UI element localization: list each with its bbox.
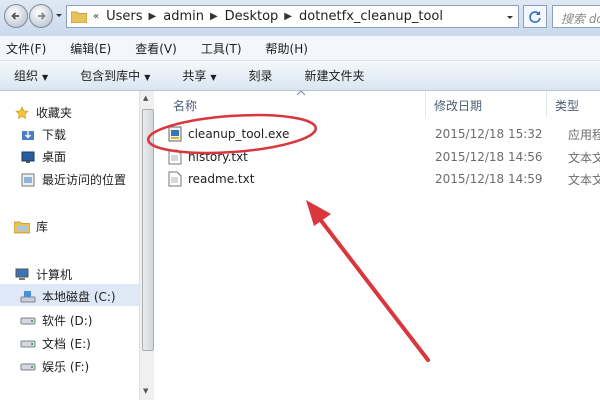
address-input[interactable]: « Users ▶ admin ▶ Desktop ▶ dotnetfx_cle… [66,5,519,28]
breadcrumb-separator-icon[interactable]: ▶ [284,11,292,22]
nav-drive-d[interactable]: 软件 (D:) [20,312,92,329]
nav-computer-label: 计算机 [36,268,73,282]
scrollbar-thumb[interactable] [142,109,154,351]
file-list: 名称 修改日期 类型 cleanup_tool.exe 2015/12/18 1… [155,90,600,400]
nav-favorites[interactable]: 收藏夹 [14,104,72,121]
nav-drive-e[interactable]: 文档 (E:) [20,335,91,352]
organize-button[interactable]: 组织 ▼ [14,67,48,84]
breadcrumb-admin[interactable]: admin [163,9,204,24]
computer-icon [14,267,30,283]
text-file-icon [168,149,182,165]
file-type: 文本文档 [568,172,600,187]
drive-icon [20,336,36,352]
chevron-down-icon: ▼ [210,73,217,82]
drive-icon [20,313,36,329]
back-button[interactable] [4,4,28,28]
refresh-icon [529,10,541,23]
file-type: 文本文档 [568,150,600,165]
drive-icon [20,359,36,375]
nav-libraries-label: 库 [36,220,49,234]
forward-arrow-icon [38,12,46,20]
new-folder-button[interactable]: 新建文件夹 [305,67,365,84]
column-header-type[interactable]: 类型 [555,91,579,117]
column-divider[interactable] [425,91,426,117]
file-name: readme.txt [188,172,255,186]
forward-button[interactable] [29,4,53,28]
nav-drive-f[interactable]: 娱乐 (F:) [20,358,89,375]
breadcrumb-users[interactable]: Users [106,9,142,24]
refresh-button[interactable] [523,5,547,28]
address-dropdown-icon[interactable] [506,14,514,22]
file-modified-date: 2015/12/18 14:56 [435,150,543,164]
file-modified-date: 2015/12/18 15:32 [435,127,543,141]
search-input[interactable]: 搜索 dotnet [552,5,600,28]
nav-drive-d-label: 软件 (D:) [42,314,93,328]
nav-drive-e-label: 文档 (E:) [42,337,91,351]
nav-downloads-label: 下载 [42,128,67,142]
file-name: history.txt [188,150,248,164]
nav-drive-c[interactable]: 本地磁盘 (C:) [20,288,116,305]
file-modified-date: 2015/12/18 14:59 [435,172,543,186]
share-label: 共享 [182,69,207,83]
navigation-scrollbar[interactable]: ▲ ▼ [139,91,154,400]
address-bar-row: « Users ▶ admin ▶ Desktop ▶ dotnetfx_cle… [0,0,600,36]
star-icon [14,105,30,121]
navigation-pane: 收藏夹 下载 桌面 最近访问的位置 库 计算机 本地磁盘 (C:) 软件 (D:… [0,91,139,400]
system-drive-icon [20,289,36,305]
burn-button[interactable]: 刻录 [249,67,273,84]
menu-edit[interactable]: 编辑(E) [70,40,111,57]
menu-bar: 文件(F) 编辑(E) 查看(V) 工具(T) 帮助(H) [0,36,600,61]
nav-desktop-label: 桌面 [42,150,67,164]
file-row-cleanup-tool[interactable]: cleanup_tool.exe 2015/12/18 15:32 应用程序 [168,123,600,145]
overflow-chevron-icon[interactable]: « [93,11,99,22]
folder-icon [71,11,87,23]
chevron-down-icon: ▼ [42,73,49,82]
menu-help[interactable]: 帮助(H) [266,40,308,57]
column-header-name[interactable]: 名称 [173,91,197,117]
nav-drive-c-label: 本地磁盘 (C:) [42,290,116,304]
include-in-library-label: 包含到库中 [80,69,141,83]
downloads-folder-icon [20,127,36,143]
recent-places-icon [20,172,36,188]
sort-ascending-icon [297,90,305,96]
scroll-down-icon[interactable]: ▼ [143,387,148,395]
nav-computer[interactable]: 计算机 [14,266,72,283]
nav-favorites-label: 收藏夹 [36,106,73,120]
menu-tools[interactable]: 工具(T) [201,40,242,57]
nav-downloads[interactable]: 下载 [20,126,66,143]
desktop-icon [20,149,36,165]
nav-libraries[interactable]: 库 [14,218,48,235]
share-button[interactable]: 共享 ▼ [182,67,216,84]
nav-recent-places[interactable]: 最近访问的位置 [20,171,126,188]
menu-file[interactable]: 文件(F) [6,40,46,57]
text-file-icon [168,171,182,187]
file-row-readme[interactable]: readme.txt 2015/12/18 14:59 文本文档 [168,168,600,190]
application-icon [168,126,182,142]
recent-pages-dropdown-icon[interactable] [55,12,63,20]
file-row-history[interactable]: history.txt 2015/12/18 14:56 文本文档 [168,146,600,168]
back-arrow-icon [11,12,19,20]
nav-drive-f-label: 娱乐 (F:) [42,360,90,374]
include-in-library-button[interactable]: 包含到库中 ▼ [80,67,150,84]
breadcrumb-separator-icon[interactable]: ▶ [149,11,157,22]
organize-label: 组织 [14,69,39,83]
column-header-modified[interactable]: 修改日期 [434,91,482,117]
nav-desktop[interactable]: 桌面 [20,148,66,165]
breadcrumb-separator-icon[interactable]: ▶ [210,11,218,22]
scroll-up-icon[interactable]: ▲ [143,94,148,102]
file-name: cleanup_tool.exe [188,127,290,141]
library-icon [14,219,30,235]
breadcrumb-desktop[interactable]: Desktop [225,9,279,24]
menu-view[interactable]: 查看(V) [135,40,177,57]
chevron-down-icon: ▼ [144,73,151,82]
nav-recent-places-label: 最近访问的位置 [42,173,127,187]
file-type: 应用程序 [568,127,600,142]
breadcrumb-current-folder[interactable]: dotnetfx_cleanup_tool [299,9,443,24]
command-bar: 组织 ▼ 包含到库中 ▼ 共享 ▼ 刻录 新建文件夹 [0,61,600,91]
column-divider[interactable] [546,91,547,117]
